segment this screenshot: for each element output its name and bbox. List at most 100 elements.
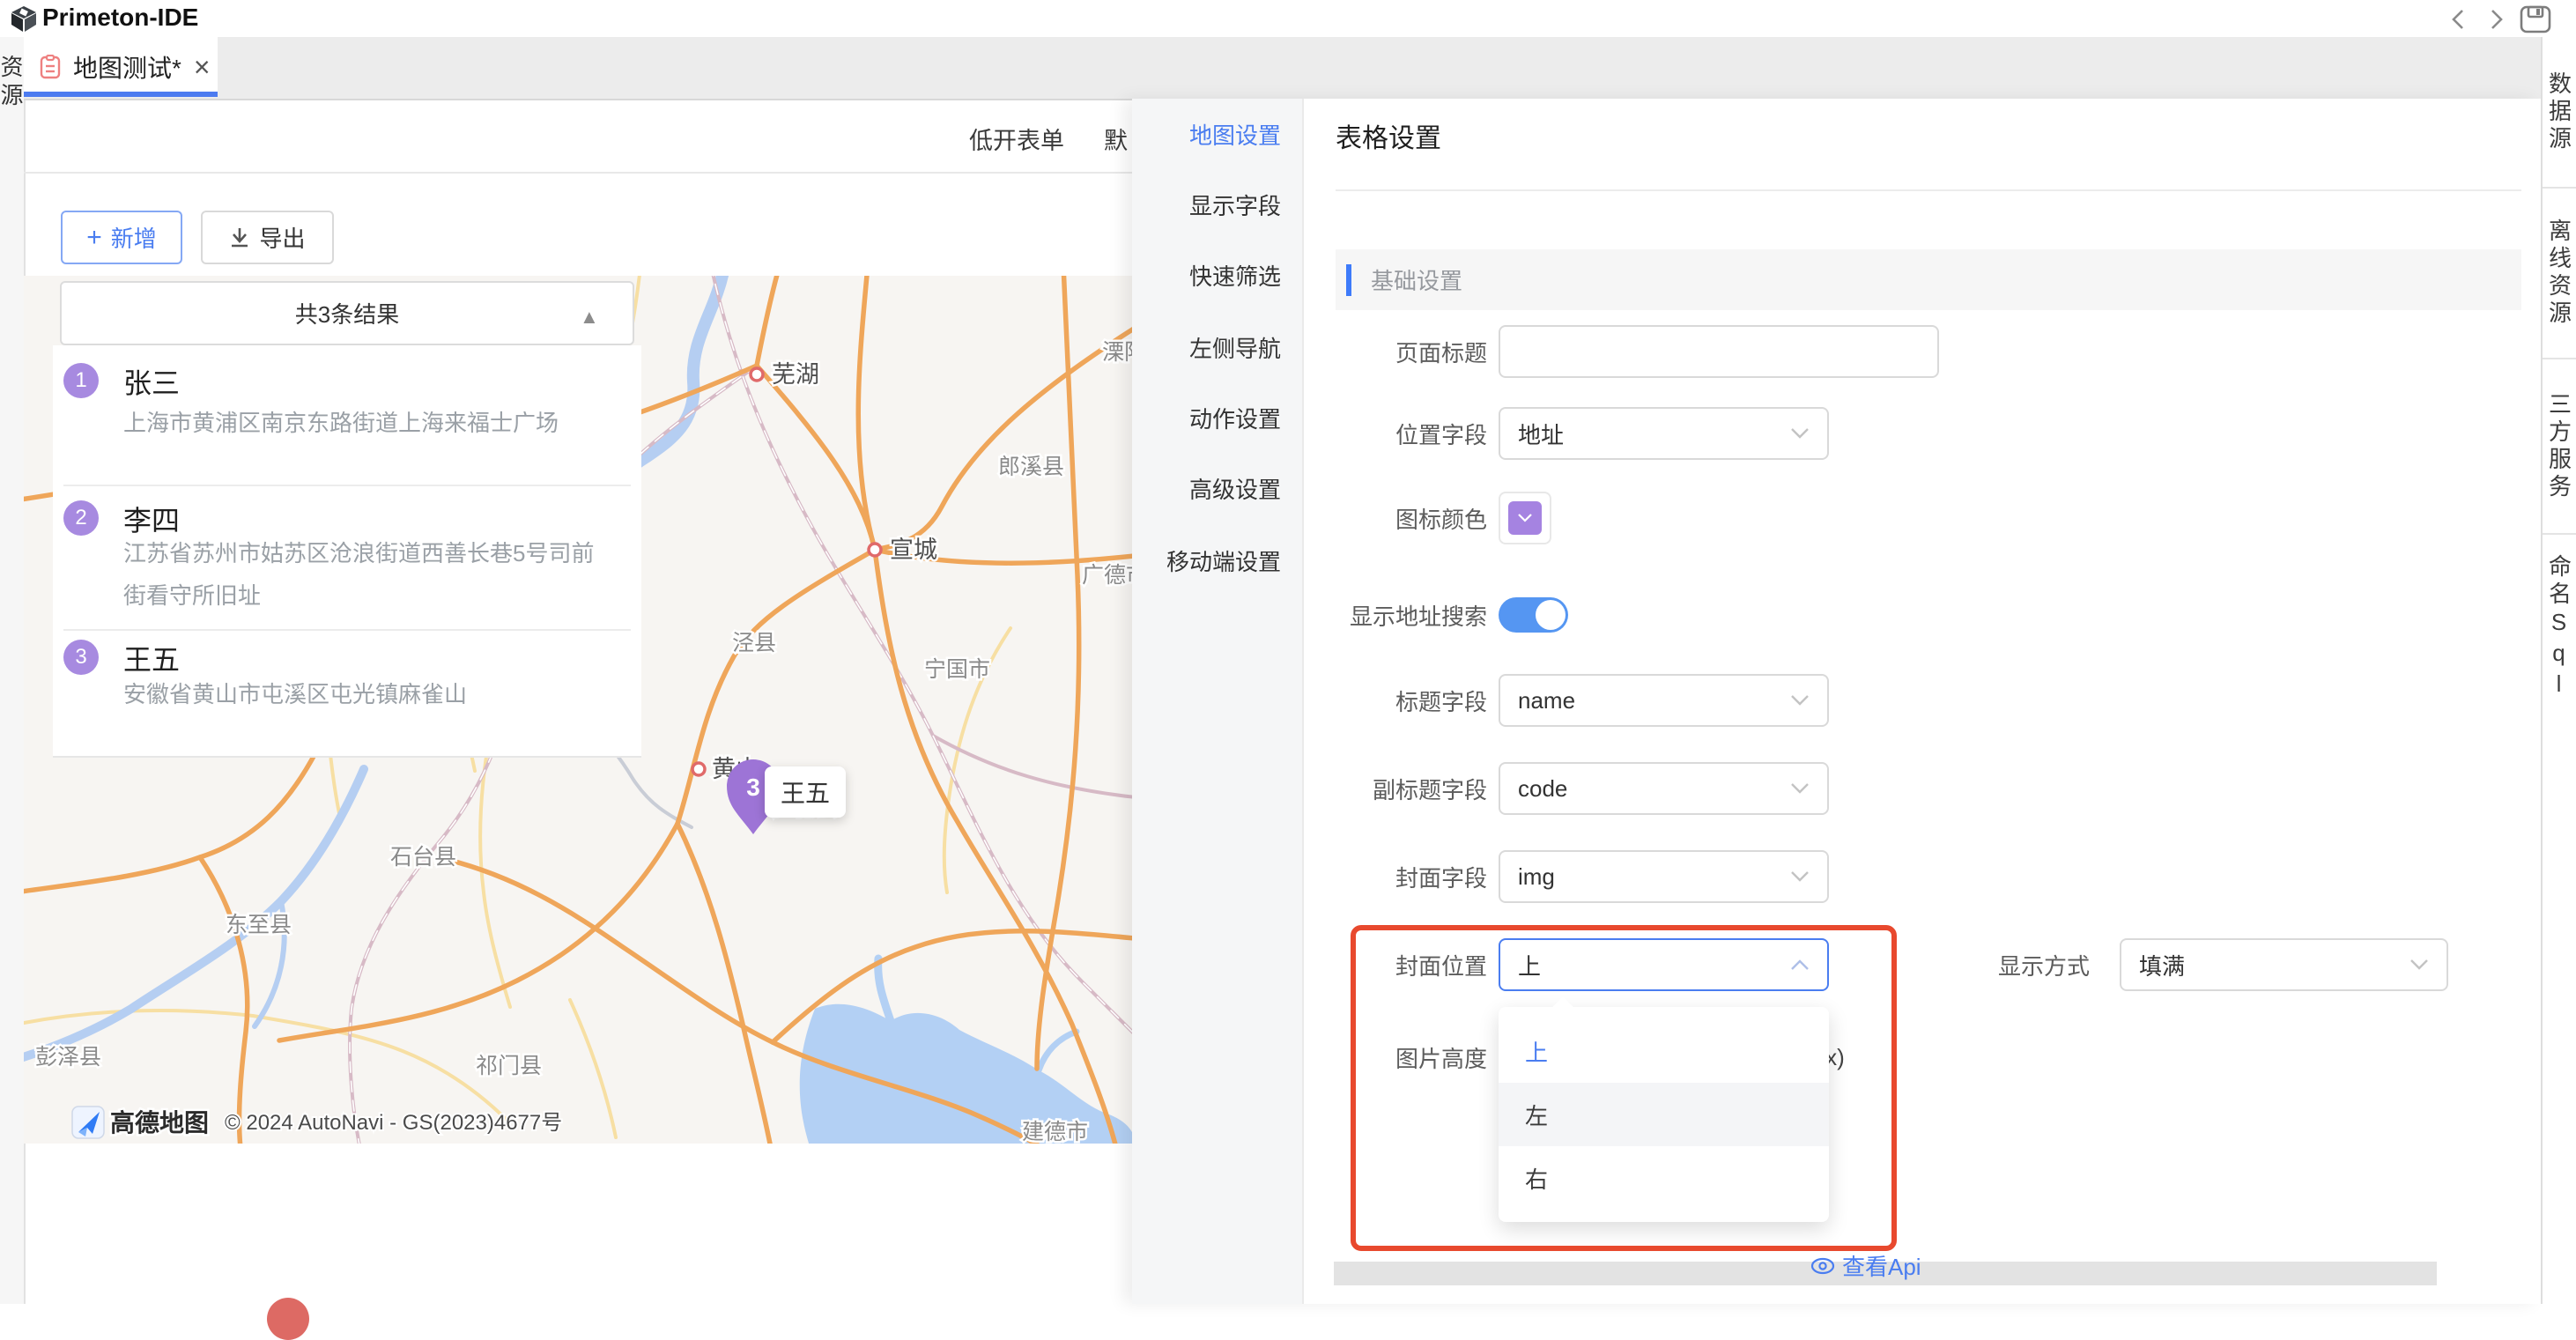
rail-item-offline-resource[interactable]: 离线资源 (2543, 189, 2576, 358)
chevron-down-icon (1790, 782, 1810, 795)
save-icon[interactable] (2520, 5, 2551, 33)
tab-label: 地图测试* (73, 49, 181, 85)
content-header-divider (24, 172, 1132, 174)
cover-position-dropdown: 上 左 右 (1499, 1007, 1829, 1222)
chevron-down-icon (1790, 870, 1810, 883)
left-rail[interactable]: 资源 (0, 37, 26, 1304)
app-bar: Primeton-IDE (0, 0, 2576, 39)
field-label: 封面位置 (1304, 949, 1487, 981)
city-dot (751, 368, 763, 381)
field-display-mode: 显示方式 填满 (1906, 938, 2448, 991)
page-title-input[interactable] (1499, 325, 1939, 378)
position-field-select[interactable]: 地址 (1499, 407, 1829, 460)
toggle-knob (1536, 600, 1566, 630)
right-rail: 数据源 离线资源 三方服务 命名Sql (2541, 37, 2576, 1304)
field-label: 图标颜色 (1304, 502, 1487, 535)
content-tab-low-code-form[interactable]: 低开表单 (969, 122, 1064, 156)
map-marker-card[interactable]: 王五 (765, 766, 846, 818)
rail-item-named-sql[interactable]: 命名Sql (2543, 535, 2576, 720)
view-api-link[interactable]: 查看Api (1810, 1249, 1921, 1282)
select-value: code (1518, 775, 1567, 803)
field-label: 显示地址搜索 (1304, 599, 1487, 632)
subtitle-field-select[interactable]: code (1499, 762, 1829, 815)
icon-color-picker[interactable] (1499, 492, 1551, 544)
page-title: 表格设置 (1336, 116, 1441, 155)
section-label: 基础设置 (1371, 263, 1462, 296)
field-label: 标题字段 (1304, 685, 1487, 717)
eye-icon (1810, 1257, 1835, 1275)
settings-menu: 地图设置 显示字段 快速筛选 左侧导航 动作设置 高级设置 移动端设置 (1132, 99, 1304, 1304)
chevron-down-icon (1517, 513, 1533, 523)
dropdown-option-left[interactable]: 左 (1499, 1083, 1829, 1146)
select-value: 地址 (1518, 418, 1564, 450)
menu-item-advanced-settings[interactable]: 高级设置 (1189, 472, 1281, 504)
dropdown-option-top[interactable]: 上 (1499, 1019, 1829, 1083)
add-button[interactable]: + 新增 (61, 211, 182, 264)
chevron-down-icon (1790, 427, 1810, 440)
field-label: 页面标题 (1304, 336, 1487, 368)
address-search-toggle[interactable] (1499, 597, 1568, 633)
map-label: 溧阳 (1102, 340, 1132, 365)
list-item-badge: 2 (63, 500, 99, 536)
select-value: 填满 (2139, 949, 2185, 981)
collapse-caret-icon[interactable]: ▲ (580, 306, 599, 329)
nav-back-icon[interactable] (2446, 7, 2472, 32)
field-label: 位置字段 (1304, 418, 1487, 450)
app-title: Primeton-IDE (42, 4, 198, 32)
field-label: 副标题字段 (1304, 773, 1487, 805)
menu-item-quick-filter[interactable]: 快速筛选 (1189, 259, 1281, 291)
svg-text:3: 3 (746, 774, 760, 801)
tab-strip: 地图测试* × (24, 37, 2541, 100)
display-mode-select[interactable]: 填满 (2120, 938, 2448, 991)
city-dot (869, 544, 881, 556)
list-item-badge: 3 (63, 640, 99, 675)
section-basic-settings: 基础设置 (1336, 249, 2521, 310)
add-button-label: 新增 (111, 221, 157, 254)
map-label: 石台县 (390, 845, 456, 870)
menu-item-map-settings[interactable]: 地图设置 (1189, 118, 1281, 150)
tab-close-icon[interactable]: × (194, 53, 211, 81)
map-label: 彭泽县 (35, 1045, 101, 1070)
export-button[interactable]: 导出 (201, 211, 334, 264)
menu-item-left-nav[interactable]: 左侧导航 (1189, 331, 1281, 363)
map-attribution-brand: 高德地图 (110, 1109, 209, 1136)
dropdown-notch (1551, 996, 1573, 1018)
field-title: 标题字段 name (1304, 674, 1829, 727)
dropdown-option-right[interactable]: 右 (1499, 1146, 1829, 1210)
cover-field-select[interactable]: img (1499, 850, 1829, 903)
nav-forward-icon[interactable] (2483, 7, 2509, 32)
map-label: 广德市 (1082, 563, 1132, 588)
floating-action-button[interactable] (267, 1298, 309, 1340)
rail-item-datasource[interactable]: 数据源 (2543, 37, 2576, 187)
map-label: 宣城 (890, 537, 937, 563)
title-divider (1336, 189, 2521, 191)
select-value: img (1518, 863, 1555, 891)
chevron-down-icon (2409, 959, 2429, 971)
map-label: 东至县 (226, 913, 292, 937)
menu-item-action-settings[interactable]: 动作设置 (1189, 402, 1281, 433)
field-label: 封面字段 (1304, 861, 1487, 893)
tab-map-test[interactable]: 地图测试* × (24, 37, 218, 97)
settings-panel: 地图设置 显示字段 快速筛选 左侧导航 动作设置 高级设置 移动端设置 表格设置… (1132, 99, 2541, 1304)
view-api-label: 查看Api (1842, 1249, 1921, 1282)
city-dot (692, 763, 705, 775)
section-accent-bar (1346, 264, 1351, 296)
menu-item-display-fields[interactable]: 显示字段 (1189, 189, 1281, 220)
menu-item-mobile-settings[interactable]: 移动端设置 (1166, 544, 1281, 576)
list-divider (63, 485, 631, 486)
field-position: 位置字段 地址 (1304, 407, 1829, 460)
map-label: 郎溪县 (998, 455, 1064, 479)
rail-item-third-party[interactable]: 三方服务 (2543, 359, 2576, 533)
result-list: 1 张三 上海市黄浦区南京东路街道上海来福士广场 2 李四 江苏省苏州市姑苏区沧… (53, 345, 641, 758)
list-item-badge: 1 (63, 363, 99, 398)
list-item-name[interactable]: 张三 (123, 361, 180, 402)
field-icon-color: 图标颜色 (1304, 492, 1551, 544)
result-summary-bar[interactable]: 共3条结果 ▲ (60, 281, 634, 345)
field-cover: 封面字段 img (1304, 850, 1829, 903)
tab-active-underline (24, 92, 218, 97)
title-field-select[interactable]: name (1499, 674, 1829, 727)
cover-position-select[interactable]: 上 (1499, 938, 1829, 991)
map-label: 宁国市 (924, 657, 990, 682)
content-tab-default[interactable]: 默 (1104, 122, 1128, 156)
plus-icon: + (86, 225, 102, 251)
